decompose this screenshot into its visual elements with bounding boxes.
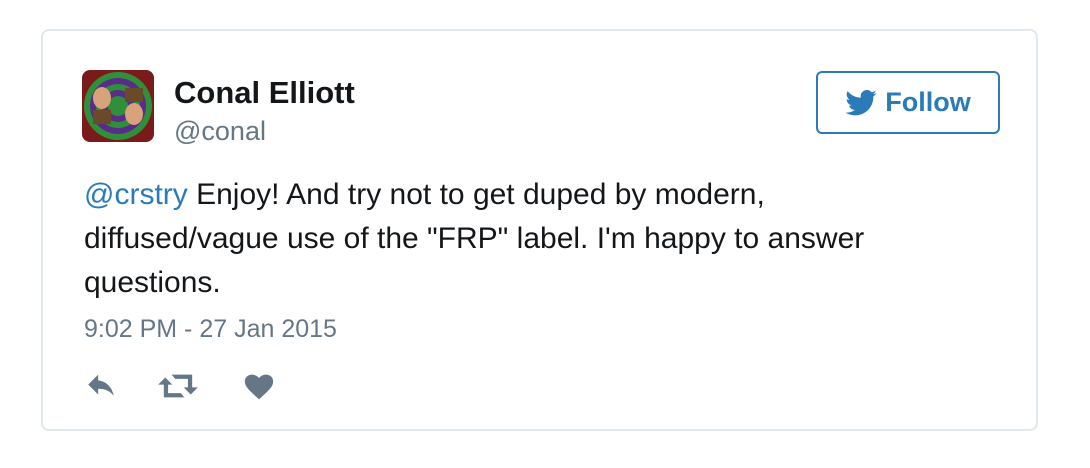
- tweet-text: @crstry Enjoy! And try not to get duped …: [84, 173, 964, 305]
- follow-button[interactable]: Follow: [816, 71, 1000, 134]
- author-handle[interactable]: @conal: [174, 115, 266, 147]
- like-button[interactable]: [242, 369, 276, 408]
- avatar[interactable]: [82, 70, 154, 142]
- tweet-card: Conal Elliott @conal Follow @crstry Enjo…: [41, 29, 1038, 431]
- twitter-bird-icon: [845, 89, 877, 115]
- follow-label: Follow: [885, 87, 971, 117]
- retweet-button[interactable]: [158, 369, 198, 408]
- mention-link[interactable]: @crstry: [84, 178, 188, 211]
- tweet-body: Enjoy! And try not to get duped by moder…: [84, 178, 865, 299]
- avatar-photo-icon: [82, 70, 154, 142]
- reply-icon: [88, 374, 114, 396]
- reply-button[interactable]: [84, 369, 118, 408]
- tweet-timestamp[interactable]: 9:02 PM - 27 Jan 2015: [84, 314, 337, 344]
- like-heart-icon: [244, 374, 274, 400]
- author-name[interactable]: Conal Elliott: [174, 75, 355, 111]
- retweet-icon: [158, 374, 198, 398]
